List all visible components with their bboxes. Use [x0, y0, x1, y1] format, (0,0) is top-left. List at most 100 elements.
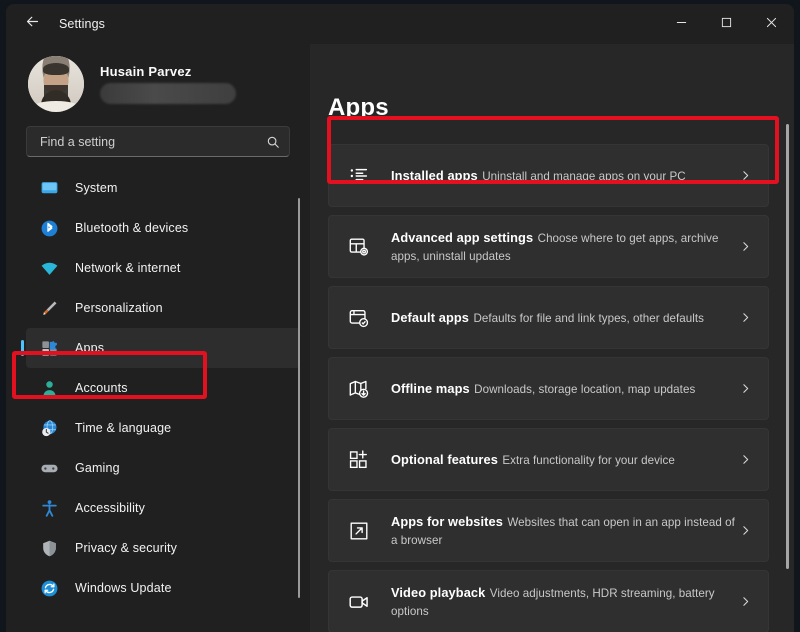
chevron-right-icon[interactable]	[739, 169, 752, 182]
profile-name: Husain Parvez	[100, 64, 236, 79]
sidebar-item-label: Personalization	[75, 301, 163, 315]
back-button[interactable]	[14, 8, 50, 40]
sidebar-item-label: Apps	[75, 341, 104, 355]
accessibility-icon	[38, 497, 60, 519]
card-text: Installed apps Uninstall and manage apps…	[391, 167, 739, 185]
sidebar-item-label: Gaming	[75, 461, 120, 475]
card-subtitle: Uninstall and manage apps on your PC	[482, 170, 686, 183]
paintbrush-icon	[38, 297, 60, 319]
app-title: Settings	[59, 17, 105, 31]
monitor-icon	[38, 177, 60, 199]
search-container	[6, 122, 310, 157]
sidebar-item-windows-update[interactable]: Windows Update	[26, 568, 300, 608]
apps-grid-icon	[38, 337, 60, 359]
card-title: Offline maps	[391, 381, 470, 396]
person-icon	[38, 377, 60, 399]
screenshot-root: Settings	[0, 0, 800, 632]
card-title: Installed apps	[391, 168, 478, 183]
maximize-icon	[721, 15, 732, 33]
wifi-icon	[38, 257, 60, 279]
sidebar-item-label: Accounts	[75, 381, 128, 395]
chevron-right-icon[interactable]	[739, 240, 752, 253]
sidebar-item-label: System	[75, 181, 118, 195]
profile-email-redacted	[100, 83, 236, 104]
card-subtitle: Extra functionality for your device	[502, 454, 675, 467]
sidebar-item-apps[interactable]: Apps	[26, 328, 300, 368]
sidebar: Husain Parvez	[6, 44, 310, 632]
card-apps-for-websites[interactable]: Apps for websites Websites that can open…	[328, 499, 769, 562]
sidebar-nav: System Bluetooth & devices Network & int…	[6, 168, 310, 632]
chevron-right-icon[interactable]	[739, 453, 752, 466]
card-text: Offline maps Downloads, storage location…	[391, 380, 739, 398]
sidebar-item-privacy-security[interactable]: Privacy & security	[26, 528, 300, 568]
minimize-icon	[676, 15, 687, 33]
card-offline-maps[interactable]: Offline maps Downloads, storage location…	[328, 357, 769, 420]
gamepad-icon	[38, 457, 60, 479]
sidebar-item-system[interactable]: System	[26, 168, 300, 208]
video-camera-icon	[346, 589, 372, 615]
bluetooth-icon	[38, 217, 60, 239]
window-controls	[659, 4, 794, 44]
bulleted-list-icon	[346, 163, 372, 189]
sidebar-item-label: Time & language	[75, 421, 171, 435]
card-text: Apps for websites Websites that can open…	[391, 513, 739, 549]
card-advanced-app-settings[interactable]: Advanced app settings Choose where to ge…	[328, 215, 769, 278]
card-title: Optional features	[391, 452, 498, 467]
external-link-icon	[346, 518, 372, 544]
sidebar-item-label: Network & internet	[75, 261, 181, 275]
sidebar-item-gaming[interactable]: Gaming	[26, 448, 300, 488]
sidebar-item-label: Accessibility	[75, 501, 145, 515]
sidebar-item-label: Windows Update	[75, 581, 172, 595]
sidebar-item-accessibility[interactable]: Accessibility	[26, 488, 300, 528]
sidebar-item-network-internet[interactable]: Network & internet	[26, 248, 300, 288]
card-title: Default apps	[391, 310, 469, 325]
chevron-right-icon[interactable]	[739, 311, 752, 324]
page-title: Apps	[328, 94, 794, 122]
window-check-icon	[346, 305, 372, 331]
profile-text: Husain Parvez	[100, 64, 236, 104]
chevron-right-icon[interactable]	[739, 382, 752, 395]
sidebar-item-accounts[interactable]: Accounts	[26, 368, 300, 408]
main-scrollbar[interactable]	[786, 124, 789, 569]
card-subtitle: Downloads, storage location, map updates	[474, 383, 695, 396]
shield-icon	[38, 537, 60, 559]
search-input[interactable]	[40, 135, 266, 149]
close-button[interactable]	[749, 4, 794, 44]
map-download-icon	[346, 376, 372, 402]
window-gear-icon	[346, 234, 372, 260]
avatar	[28, 56, 84, 112]
minimize-button[interactable]	[659, 4, 704, 44]
card-optional-features[interactable]: Optional features Extra functionality fo…	[328, 428, 769, 491]
card-default-apps[interactable]: Default apps Defaults for file and link …	[328, 286, 769, 349]
card-subtitle: Defaults for file and link types, other …	[473, 312, 704, 325]
settings-card-list: Installed apps Uninstall and manage apps…	[328, 144, 794, 632]
chevron-right-icon[interactable]	[739, 524, 752, 537]
card-title: Video playback	[391, 585, 485, 600]
globe-clock-icon	[38, 417, 60, 439]
sidebar-item-time-language[interactable]: Time & language	[26, 408, 300, 448]
card-text: Default apps Defaults for file and link …	[391, 309, 739, 327]
back-arrow-icon	[24, 13, 41, 35]
settings-window: Settings	[6, 4, 794, 632]
maximize-button[interactable]	[704, 4, 749, 44]
search-box[interactable]	[26, 126, 290, 157]
sidebar-item-label: Privacy & security	[75, 541, 177, 555]
main-content: Apps Installed apps	[310, 44, 794, 632]
card-title: Advanced app settings	[391, 230, 533, 245]
sidebar-item-personalization[interactable]: Personalization	[26, 288, 300, 328]
card-text: Optional features Extra functionality fo…	[391, 451, 739, 469]
title-bar: Settings	[6, 4, 794, 44]
chevron-right-icon[interactable]	[739, 595, 752, 608]
grid-plus-icon	[346, 447, 372, 473]
card-installed-apps[interactable]: Installed apps Uninstall and manage apps…	[328, 144, 769, 207]
sidebar-item-label: Bluetooth & devices	[75, 221, 188, 235]
card-text: Video playback Video adjustments, HDR st…	[391, 584, 739, 620]
window-body: Husain Parvez	[6, 44, 794, 632]
sidebar-item-bluetooth-devices[interactable]: Bluetooth & devices	[26, 208, 300, 248]
user-profile[interactable]: Husain Parvez	[6, 44, 310, 122]
card-text: Advanced app settings Choose where to ge…	[391, 229, 739, 265]
card-video-playback[interactable]: Video playback Video adjustments, HDR st…	[328, 570, 769, 632]
close-icon	[766, 15, 777, 33]
search-icon[interactable]	[266, 135, 280, 149]
sidebar-scrollbar[interactable]	[298, 198, 300, 598]
